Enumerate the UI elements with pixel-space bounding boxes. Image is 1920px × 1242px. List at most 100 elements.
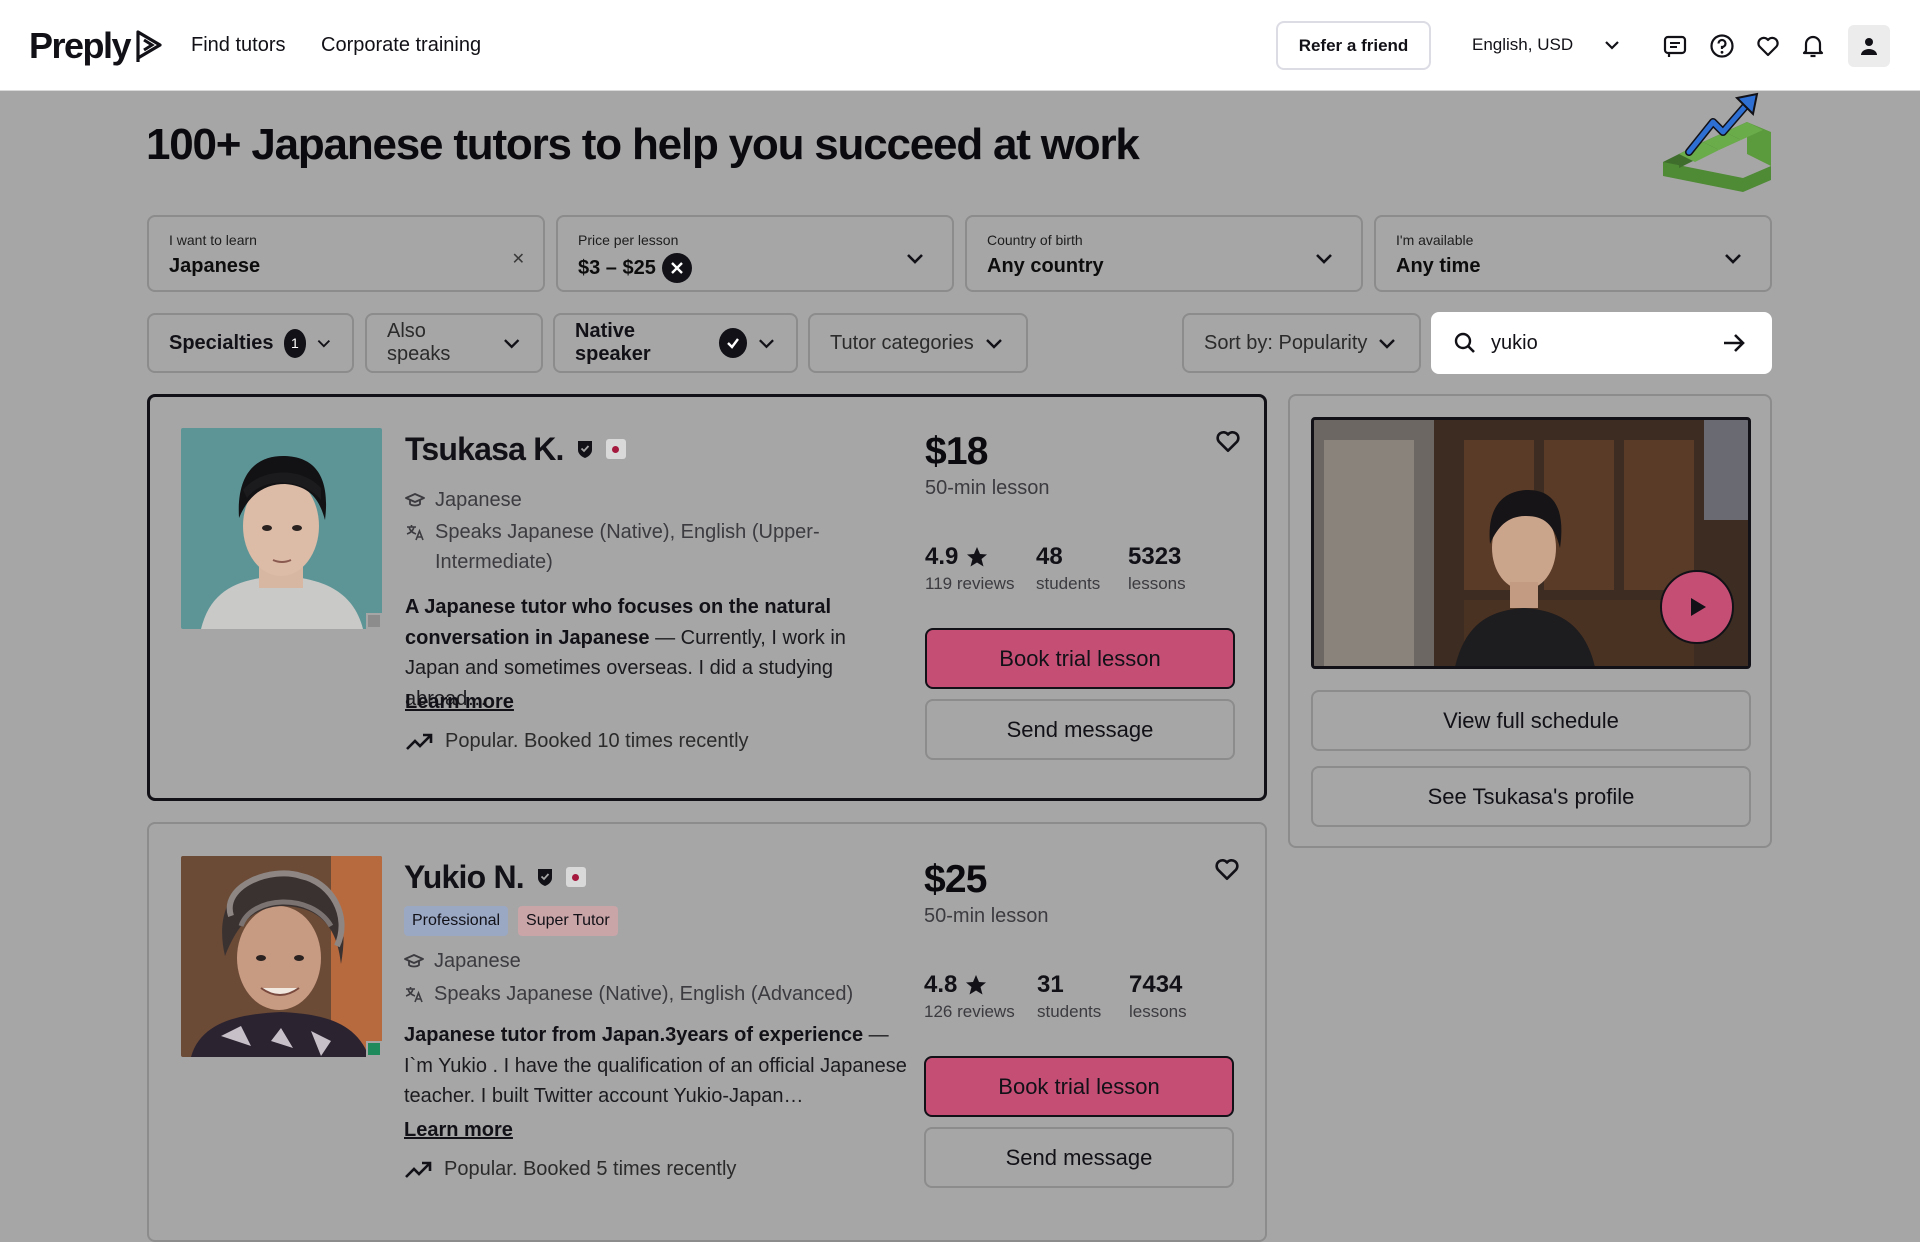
specialties-dropdown[interactable]: Specialties 1 xyxy=(147,313,354,373)
lessons-label: lessons xyxy=(1129,1002,1187,1021)
tutor-card[interactable]: Yukio N. Professional Super Tutor Japane… xyxy=(147,822,1267,1242)
chevron-down-icon xyxy=(985,339,1002,349)
tutor-card[interactable]: Tsukasa K. Japanese Speaks Japanese (Nat… xyxy=(147,394,1267,801)
translate-icon xyxy=(405,987,423,1003)
availability-filter-label: I'm available xyxy=(1396,232,1474,248)
graduation-cap-icon xyxy=(405,493,425,507)
learn-more-link[interactable]: Learn more xyxy=(404,1116,513,1144)
native-speaker-dropdown[interactable]: Native speaker xyxy=(553,313,798,373)
trending-up-icon xyxy=(405,1161,432,1178)
clear-learn-icon[interactable]: ✕ xyxy=(512,249,525,269)
favorite-heart-icon[interactable] xyxy=(1214,427,1242,455)
tutor-name[interactable]: Tsukasa K. xyxy=(405,429,564,469)
chevron-down-icon xyxy=(1605,41,1619,50)
specialties-count-badge: 1 xyxy=(283,328,307,358)
rating-number: 4.8 xyxy=(924,971,958,998)
logo-text: Preply xyxy=(29,25,132,66)
rating-value: 4.8 xyxy=(924,970,987,1000)
tutor-name-row: Tsukasa K. xyxy=(405,429,626,469)
search-input[interactable] xyxy=(1489,330,1709,356)
translate-icon xyxy=(406,525,424,541)
bell-icon[interactable] xyxy=(1800,33,1826,59)
subject-row: Japanese xyxy=(405,485,522,515)
japan-flag-icon xyxy=(605,439,626,459)
tutor-badges: Professional Super Tutor xyxy=(404,906,618,936)
view-schedule-button[interactable]: View full schedule xyxy=(1311,690,1751,751)
tutor-name-row: Yukio N. xyxy=(404,857,586,897)
learn-more-link[interactable]: Learn more xyxy=(405,688,514,716)
reviews-count[interactable]: 126 reviews xyxy=(924,1001,1015,1023)
book-trial-button[interactable]: Book trial lesson xyxy=(925,628,1235,689)
messages-icon[interactable] xyxy=(1662,33,1688,59)
logo-mark-icon xyxy=(136,30,162,62)
availability-filter-value: Any time xyxy=(1396,255,1481,277)
help-icon[interactable] xyxy=(1709,33,1735,59)
verified-shield-icon xyxy=(577,441,592,458)
native-speaker-label: Native speaker xyxy=(575,320,651,365)
price-filter-value-wrap: $3 – $25 xyxy=(578,253,692,283)
user-icon xyxy=(1861,38,1877,55)
learn-filter[interactable]: I want to learn Japanese ✕ xyxy=(147,215,545,292)
refer-friend-button[interactable]: Refer a friend xyxy=(1276,21,1431,70)
popularity-row: Popular. Booked 5 times recently xyxy=(404,1155,736,1183)
professional-badge: Professional xyxy=(404,906,509,936)
availability-filter[interactable]: I'm available Any time xyxy=(1374,215,1772,292)
trending-up-icon xyxy=(406,733,433,750)
languages-row: Speaks Japanese (Native), English (Advan… xyxy=(404,979,904,1009)
tutor-photo[interactable] xyxy=(181,856,382,1057)
play-icon xyxy=(1691,598,1706,616)
send-message-button[interactable]: Send message xyxy=(924,1127,1234,1188)
tutor-headline: Japanese tutor from Japan.3years of expe… xyxy=(404,1024,864,1046)
tutor-languages: Speaks Japanese (Native), English (Upper… xyxy=(435,521,820,573)
students-label: students xyxy=(1036,574,1101,593)
lessons-count: 7434 xyxy=(1129,971,1183,998)
country-filter-label: Country of birth xyxy=(987,232,1083,248)
tutor-categories-dropdown[interactable]: Tutor categories xyxy=(808,313,1028,373)
also-speaks-label: Also speaks xyxy=(387,320,451,365)
intro-video[interactable] xyxy=(1311,417,1751,669)
subject-row: Japanese xyxy=(404,946,521,976)
specialties-label: Specialties xyxy=(169,331,274,354)
tutor-categories-label: Tutor categories xyxy=(830,331,974,354)
tutor-photo[interactable] xyxy=(181,428,382,629)
country-filter[interactable]: Country of birth Any country xyxy=(965,215,1363,292)
favorite-heart-icon[interactable] xyxy=(1213,855,1241,883)
arrow-right-icon[interactable] xyxy=(1721,330,1747,356)
preply-logo[interactable]: Preply xyxy=(29,26,164,66)
chevron-down-icon xyxy=(1725,254,1741,264)
user-menu-button[interactable] xyxy=(1848,25,1890,67)
also-speaks-dropdown[interactable]: Also speaks xyxy=(365,313,543,373)
nav-corporate-training[interactable]: Corporate training xyxy=(321,33,481,57)
tutor-subject: Japanese xyxy=(435,489,522,511)
price-filter-label: Price per lesson xyxy=(578,232,679,248)
japan-flag-icon xyxy=(565,867,586,887)
star-icon xyxy=(966,975,987,995)
nav-find-tutors[interactable]: Find tutors xyxy=(191,33,285,57)
status-indicator xyxy=(366,613,382,629)
send-message-button[interactable]: Send message xyxy=(925,699,1235,760)
locale-selector[interactable]: English, USD xyxy=(1472,33,1621,57)
learn-filter-value: Japanese xyxy=(169,255,261,277)
sort-dropdown[interactable]: Sort by: Popularity xyxy=(1182,313,1421,373)
graduation-cap-icon xyxy=(404,954,424,968)
lessons-count: 5323 xyxy=(1128,543,1182,570)
heart-icon[interactable] xyxy=(1755,33,1781,59)
online-status-indicator xyxy=(366,1041,382,1057)
tutor-search[interactable] xyxy=(1431,312,1772,374)
chevron-down-icon xyxy=(503,339,519,349)
tutor-name[interactable]: Yukio N. xyxy=(404,857,525,897)
popularity-row: Popular. Booked 10 times recently xyxy=(405,727,749,755)
clear-price-icon[interactable] xyxy=(661,253,692,283)
students-count: 48 xyxy=(1036,543,1063,570)
price-filter[interactable]: Price per lesson $3 – $25 xyxy=(556,215,954,292)
star-icon xyxy=(967,547,988,567)
top-navigation: Preply Find tutors Corporate training Re… xyxy=(0,0,1920,91)
see-profile-button[interactable]: See Tsukasa's profile xyxy=(1311,766,1751,827)
book-trial-button[interactable]: Book trial lesson xyxy=(924,1056,1234,1117)
reviews-count[interactable]: 119 reviews xyxy=(925,573,1014,595)
play-video-button[interactable] xyxy=(1660,570,1734,644)
super-tutor-badge: Super Tutor xyxy=(518,906,618,936)
learn-filter-label: I want to learn xyxy=(169,232,257,248)
search-icon xyxy=(1454,332,1475,353)
chevron-down-icon xyxy=(907,254,923,264)
